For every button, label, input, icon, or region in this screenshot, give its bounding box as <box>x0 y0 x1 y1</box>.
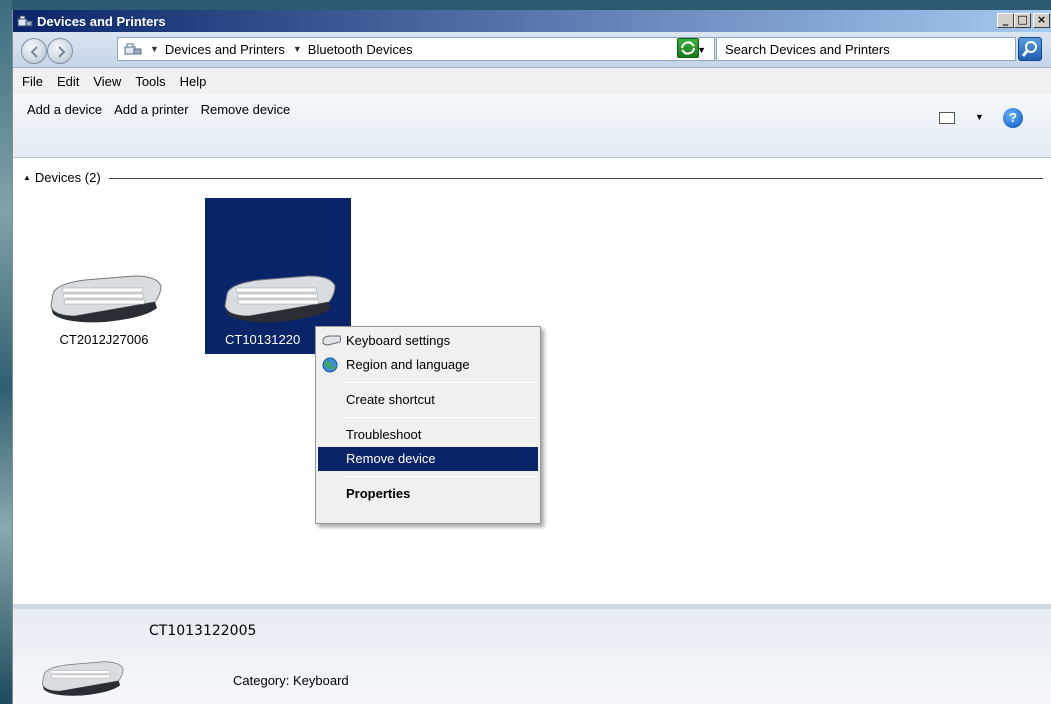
breadcrumb-devices-and-printers[interactable]: Devices and Printers <box>165 42 285 57</box>
back-arrow-icon <box>30 46 38 58</box>
context-menu-troubleshoot[interactable]: Troubleshoot <box>318 423 538 447</box>
devices-printers-icon <box>17 15 33 27</box>
add-device-button[interactable]: Add a device <box>21 102 108 117</box>
forward-arrow-icon <box>58 46 66 58</box>
breadcrumb-chevron-icon[interactable]: ▼ <box>150 44 159 54</box>
menu-edit[interactable]: Edit <box>50 74 86 89</box>
context-menu-separator <box>344 417 536 418</box>
context-menu-separator <box>344 476 536 477</box>
search-input[interactable]: Search Devices and Printers <box>716 37 1016 61</box>
maximize-button[interactable]: □ <box>1014 13 1031 28</box>
context-menu-separator <box>344 382 536 383</box>
add-printer-button[interactable]: Add a printer <box>108 102 194 117</box>
window-title: Devices and Printers <box>37 13 166 29</box>
address-bar[interactable]: ▼ Devices and Printers ▼ Bluetooth Devic… <box>117 37 715 61</box>
collapse-caret-icon[interactable]: ▲ <box>23 173 31 182</box>
menu-tools[interactable]: Tools <box>128 74 172 89</box>
menu-help[interactable]: Help <box>173 74 214 89</box>
devices-group-label: Devices (2) <box>34 169 101 185</box>
breadcrumb-chevron-icon[interactable]: ▼ <box>293 44 302 54</box>
remove-device-button[interactable]: Remove device <box>195 102 297 117</box>
command-bar: Add a device Add a printer Remove device… <box>13 94 1051 158</box>
keyboard-settings-label: Keyboard settings <box>346 333 451 348</box>
globe-icon <box>322 357 338 373</box>
desktop-background <box>0 0 12 704</box>
title-bar[interactable]: Devices and Printers _ □ × <box>13 10 1051 32</box>
remove-device-label: Remove device <box>346 451 436 466</box>
group-divider <box>108 177 1043 179</box>
properties-label: Properties <box>346 486 411 501</box>
keyboard-icon <box>224 275 336 323</box>
devices-group-header[interactable]: ▲ Devices (2) <box>23 168 1043 186</box>
search-icon <box>1021 41 1037 57</box>
breadcrumb-bluetooth-devices[interactable]: Bluetooth Devices <box>308 42 413 57</box>
refresh-button[interactable] <box>677 38 699 58</box>
forward-button[interactable] <box>47 38 73 64</box>
minimize-button[interactable]: _ <box>997 13 1014 28</box>
help-icon[interactable]: ? <box>1003 108 1023 128</box>
context-menu: Keyboard settings Region and language Cr… <box>315 326 541 524</box>
keyboard-icon <box>50 275 162 323</box>
back-button[interactable] <box>21 38 47 64</box>
search-button[interactable] <box>1018 37 1042 61</box>
device-name-label: CT2012J27006 <box>59 332 149 347</box>
menu-file[interactable]: File <box>15 74 50 89</box>
context-menu-create-shortcut[interactable]: Create shortcut <box>318 388 538 412</box>
region-and-language-label: Region and language <box>346 357 470 372</box>
context-menu-properties[interactable]: Properties <box>318 482 538 506</box>
device-item[interactable]: CT2012J27006 <box>31 198 177 354</box>
details-pane: CT1013122005 Category: Keyboard <box>13 604 1051 704</box>
menu-bar: File Edit View Tools Help <box>13 68 1051 94</box>
details-device-name: CT1013122005 <box>149 623 257 639</box>
address-toolbar: ▼ Devices and Printers ▼ Bluetooth Devic… <box>13 32 1051 68</box>
devices-printers-icon <box>124 43 142 55</box>
refresh-icon <box>681 41 695 55</box>
devices-and-printers-window: Devices and Printers _ □ × ▼ Devices and… <box>12 10 1051 704</box>
details-category: Category: Keyboard <box>233 673 349 688</box>
close-button[interactable]: × <box>1033 13 1050 28</box>
keyboard-icon <box>322 335 341 346</box>
context-menu-region-and-language[interactable]: Region and language <box>318 353 538 377</box>
troubleshoot-label: Troubleshoot <box>346 427 422 442</box>
menu-view[interactable]: View <box>86 74 128 89</box>
view-options-dropdown-icon[interactable]: ▼ <box>975 112 984 122</box>
keyboard-icon <box>42 661 124 696</box>
create-shortcut-label: Create shortcut <box>346 392 435 407</box>
context-menu-remove-device[interactable]: Remove device <box>318 447 538 471</box>
context-menu-keyboard-settings[interactable]: Keyboard settings <box>318 329 538 353</box>
change-view-icon[interactable] <box>939 112 955 124</box>
